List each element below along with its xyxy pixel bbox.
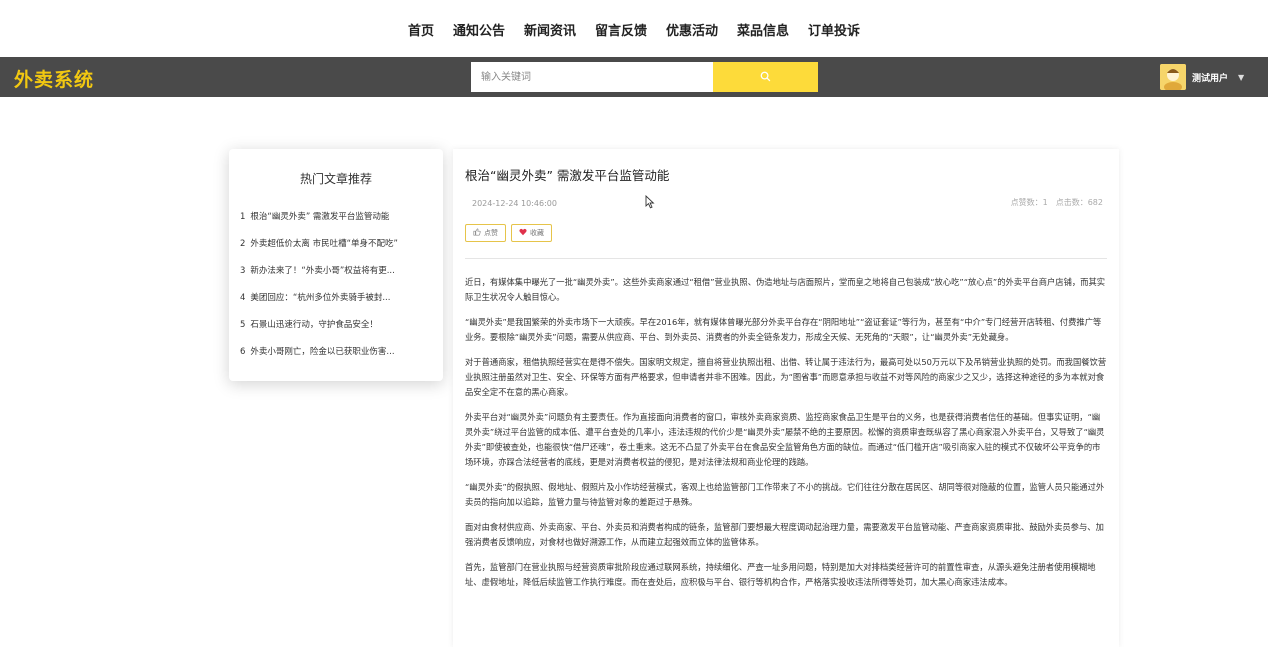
nav-dishes[interactable]: 菜品信息 [737,18,789,39]
article-paragraph: 首先，监管部门在营业执照与经营资质审批阶段应通过联网系统，持续细化、严查一址多用… [465,562,1096,587]
article-card: 根治“幽灵外卖” 需激发平台监管动能 2024-12-24 10:46:00 点… [453,149,1119,647]
user-menu[interactable]: 测试用户 ▼ [1160,64,1244,90]
item-number: 5 [240,320,246,330]
hot-article-item[interactable]: 2 外卖超低价太离 市民吐槽“单身不配吃” [240,237,436,264]
hot-article-item[interactable]: 5 石景山迅速行动，守护食品安全！ [240,318,436,345]
view-count: 点击数：682 [1055,198,1103,207]
article-body: 近日，有媒体集中曝光了一批“幽灵外卖”。这些外卖商家通过“租借”营业执照、伪造地… [465,275,1107,600]
like-button[interactable]: 点赞 [465,224,506,242]
mouse-cursor-icon [645,194,655,209]
search-icon [760,70,771,85]
nav-news[interactable]: 新闻资讯 [524,18,576,39]
article-paragraph: 外卖平台对“幽灵外卖”问题负有主要责任。作为直接面向消费者的窗口，审核外卖商家资… [465,412,1105,467]
hot-article-title: 外卖小哥刚亡，险金以已获职业伤害... [250,347,395,357]
search-bar [471,62,818,92]
hot-article-item[interactable]: 6 外卖小哥刚亡，险金以已获职业伤害... [240,345,436,372]
search-input[interactable] [471,62,713,92]
heart-icon [519,228,527,238]
hot-article-item[interactable]: 3 新办法来了！“外卖小哥”权益将有更... [240,264,436,291]
article-actions: 点赞 收藏 [465,224,552,242]
like-label: 点赞 [484,230,498,237]
article-datetime: 2024-12-24 10:46:00 [472,199,557,208]
item-number: 6 [240,347,246,357]
nav-promotions[interactable]: 优惠活动 [666,18,718,39]
brand-logo[interactable]: 外卖系统 [14,65,94,92]
favorite-button[interactable]: 收藏 [511,224,552,242]
item-number: 4 [240,293,246,303]
hot-articles-card: 热门文章推荐 1 根治“幽灵外卖” 需激发平台监管动能 2 外卖超低价太离 市民吐槽… [229,149,443,381]
username: 测试用户 [1192,73,1229,84]
hot-article-title: 新办法来了！“外卖小哥”权益将有更... [250,266,395,276]
article-paragraph: “幽灵外卖”是我国繁荣的外卖市场下一大顽疾。早在2016年，就有媒体曾曝光部分外… [465,317,1102,342]
item-number: 3 [240,266,246,276]
chevron-down-icon: ▼ [1238,72,1245,82]
hot-article-title: 美团回应：“杭州多位外卖骑手被封... [250,293,391,303]
hot-article-item[interactable]: 1 根治“幽灵外卖” 需激发平台监管动能 [240,210,436,237]
hot-article-item[interactable]: 4 美团回应：“杭州多位外卖骑手被封... [240,291,436,318]
hot-article-title: 根治“幽灵外卖” 需激发平台监管动能 [250,212,390,222]
article-title: 根治“幽灵外卖” 需激发平台监管动能 [465,168,670,183]
nav-order-complaints[interactable]: 订单投诉 [808,18,860,39]
favorite-label: 收藏 [530,230,544,237]
hot-article-title: 石景山迅速行动，守护食品安全！ [250,320,378,330]
hot-articles-list: 1 根治“幽灵外卖” 需激发平台监管动能 2 外卖超低价太离 市民吐槽“单身不配吃”… [240,210,436,372]
top-nav: 首页 通知公告 新闻资讯 留言反馈 优惠活动 菜品信息 订单投诉 [0,0,1268,57]
article-paragraph: 对于普通商家，租借执照经营实在是得不偿失。国家明文规定，擅自将营业执照出租、出借… [465,357,1107,397]
hot-articles-title: 热门文章推荐 [299,172,372,186]
nav-home[interactable]: 首页 [408,18,434,39]
like-count: 点赞数：1 [1010,198,1048,207]
header-bar: 外卖系统 测试用户 ▼ [0,57,1268,97]
article-stats: 点赞数：1 点击数：682 [1011,197,1103,208]
hot-article-title: 外卖超低价太离 市民吐槽“单身不配吃” [250,239,398,249]
item-number: 1 [240,212,246,222]
article-paragraph: 近日，有媒体集中曝光了一批“幽灵外卖”。这些外卖商家通过“租借”营业执照、伪造地… [465,277,1106,302]
article-paragraph: 面对由食材供应商、外卖商家、平台、外卖员和消费者构成的链条，监管部门要想最大程度… [465,522,1104,547]
nav-notices[interactable]: 通知公告 [453,18,505,39]
divider [465,258,1107,259]
search-button[interactable] [713,62,818,92]
avatar [1160,64,1186,90]
nav-feedback[interactable]: 留言反馈 [595,18,647,39]
item-number: 2 [240,239,246,249]
thumbs-up-icon [473,228,481,238]
article-paragraph: “幽灵外卖”的假执照、假地址、假照片及小作坊经营模式，客观上也给监管部门工作带来… [465,482,1105,507]
